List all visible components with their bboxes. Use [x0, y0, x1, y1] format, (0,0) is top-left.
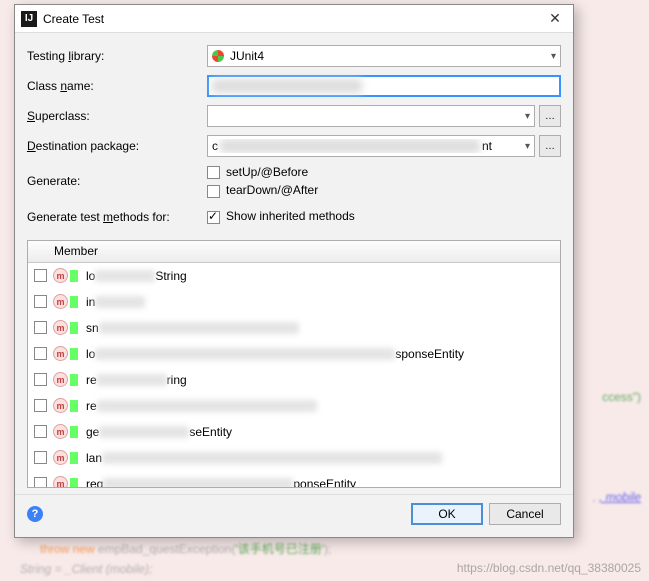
method-icon: m	[53, 398, 68, 413]
table-row[interactable]: m rex	[28, 393, 560, 419]
member-name: rex	[86, 399, 317, 413]
table-row[interactable]: m loxsponseEntity	[28, 341, 560, 367]
table-row[interactable]: m lanx	[28, 445, 560, 471]
show-inherited-label: Show inherited methods	[226, 209, 355, 223]
member-name: rexring	[86, 373, 187, 387]
visibility-icon	[70, 374, 78, 386]
teardown-label: tearDown/@After	[226, 183, 318, 197]
superclass-browse-button[interactable]: …	[539, 105, 561, 127]
chevron-down-icon: ▾	[525, 141, 530, 152]
table-row[interactable]: m gexseEntity	[28, 419, 560, 445]
table-row[interactable]: m snx	[28, 315, 560, 341]
destination-select[interactable]: cxxxxxxxxxxxxxxxxxxxxxxxxxxnt ▾	[207, 135, 535, 157]
member-checkbox[interactable]	[34, 373, 47, 386]
superclass-select[interactable]: ▾	[207, 105, 535, 127]
member-checkbox[interactable]	[34, 477, 47, 487]
member-column-header[interactable]: Member	[28, 241, 560, 263]
visibility-icon	[70, 400, 78, 412]
show-inherited-row[interactable]: Show inherited methods	[207, 209, 355, 223]
visibility-icon	[70, 270, 78, 282]
visibility-icon	[70, 296, 78, 308]
member-name: loxsponseEntity	[86, 347, 464, 361]
method-icon: m	[53, 476, 68, 487]
destination-label: Destination package:	[27, 139, 207, 153]
superclass-label: Superclass:	[27, 109, 207, 123]
show-inherited-checkbox[interactable]	[207, 211, 220, 224]
member-name: regxponseEntity	[86, 477, 356, 487]
ok-button[interactable]: OK	[411, 503, 483, 525]
method-icon: m	[53, 372, 68, 387]
member-checkbox[interactable]	[34, 321, 47, 334]
chevron-down-icon: ▾	[525, 111, 530, 122]
chevron-down-icon: ▾	[551, 51, 556, 62]
visibility-icon	[70, 452, 78, 464]
method-icon: m	[53, 294, 68, 309]
visibility-icon	[70, 426, 78, 438]
setup-checkbox[interactable]	[207, 166, 220, 179]
junit-icon	[212, 50, 224, 62]
member-checkbox[interactable]	[34, 347, 47, 360]
gen-methods-label: Generate test methods for:	[27, 210, 207, 224]
member-checkbox[interactable]	[34, 399, 47, 412]
testing-library-value: JUnit4	[230, 49, 264, 63]
method-icon: m	[53, 268, 68, 283]
member-name: inx	[86, 295, 145, 309]
visibility-icon	[70, 478, 78, 487]
method-icon: m	[53, 346, 68, 361]
close-icon[interactable]: ✕	[543, 7, 567, 31]
member-name: lanx	[86, 451, 442, 465]
teardown-checkbox-row[interactable]: tearDown/@After	[207, 183, 318, 197]
table-row[interactable]: m inx	[28, 289, 560, 315]
destination-browse-button[interactable]: …	[539, 135, 561, 157]
class-name-input[interactable]: xxxxxxxxxxxxxxxxTests	[207, 75, 561, 97]
member-checkbox[interactable]	[34, 269, 47, 282]
table-row[interactable]: m loxString	[28, 263, 560, 289]
setup-label: setUp/@Before	[226, 165, 308, 179]
window-title: Create Test	[43, 12, 543, 26]
cancel-button[interactable]: Cancel	[489, 503, 561, 525]
member-checkbox[interactable]	[34, 425, 47, 438]
testing-library-label: Testing library:	[27, 49, 207, 63]
members-table: Member m loxString m inx m snx m loxsponseEntit…	[27, 240, 561, 488]
visibility-icon	[70, 348, 78, 360]
member-name: snx	[86, 321, 299, 335]
member-checkbox[interactable]	[34, 451, 47, 464]
member-checkbox[interactable]	[34, 295, 47, 308]
visibility-icon	[70, 322, 78, 334]
method-icon: m	[53, 320, 68, 335]
class-name-label: Class name:	[27, 79, 207, 93]
table-row[interactable]: m regxponseEntity	[28, 471, 560, 487]
app-icon: IJ	[21, 11, 37, 27]
watermark: https://blog.csdn.net/qq_38380025	[457, 561, 641, 575]
method-icon: m	[53, 450, 68, 465]
titlebar[interactable]: IJ Create Test ✕	[15, 5, 573, 33]
testing-library-select[interactable]: JUnit4 ▾	[207, 45, 561, 67]
generate-label: Generate:	[27, 174, 207, 188]
member-name: gexseEntity	[86, 425, 232, 439]
help-icon[interactable]: ?	[27, 506, 43, 522]
table-row[interactable]: m rexring	[28, 367, 560, 393]
setup-checkbox-row[interactable]: setUp/@Before	[207, 165, 318, 179]
teardown-checkbox[interactable]	[207, 185, 220, 198]
method-icon: m	[53, 424, 68, 439]
destination-value: cxxxxxxxxxxxxxxxxxxxxxxxxxxnt	[212, 139, 492, 153]
create-test-dialog: IJ Create Test ✕ Testing library: JUnit4…	[14, 4, 574, 538]
member-name: loxString	[86, 269, 187, 283]
